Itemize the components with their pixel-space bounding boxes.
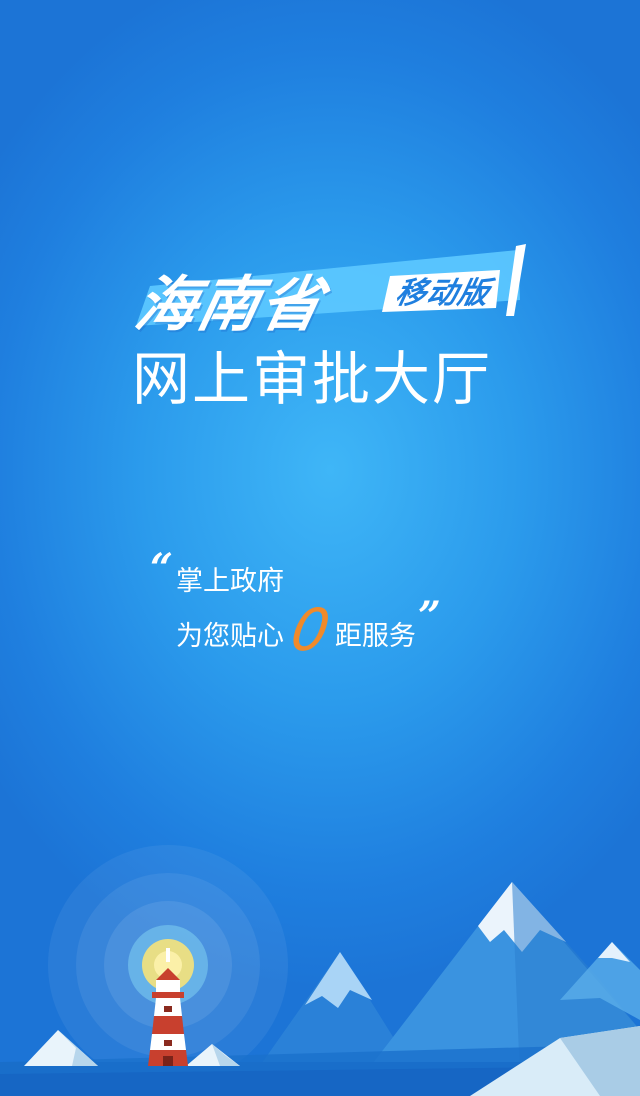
logo-badge-text: 移动版 [392, 276, 493, 311]
logo-title: 网上审批大厅 [132, 345, 493, 413]
open-quote-mark: “ [150, 545, 174, 592]
slogan-line-2-after: 距服务 [334, 621, 416, 652]
slogan-line-1: 掌上政府 [176, 566, 284, 597]
logo-badge: 移动版 [382, 268, 504, 312]
slogan-zero-highlight: 0 [286, 596, 335, 664]
splash-screen: 海南省 移动版 网上审批大厅 “ 掌上政府 为您贴心 0 距服务 ” [0, 0, 640, 1096]
scenery-illustration [0, 845, 640, 1096]
slogan-line-2: 为您贴心 0 距服务 ” [176, 596, 441, 664]
close-quote-mark: ” [417, 593, 441, 640]
logo-province-text: 海南省 [129, 270, 331, 340]
slogan-line-2-before: 为您贴心 [176, 621, 284, 652]
slogan: “ 掌上政府 为您贴心 0 距服务 ” [150, 545, 510, 665]
app-logo: 海南省 移动版 网上审批大厅 [0, 0, 640, 420]
